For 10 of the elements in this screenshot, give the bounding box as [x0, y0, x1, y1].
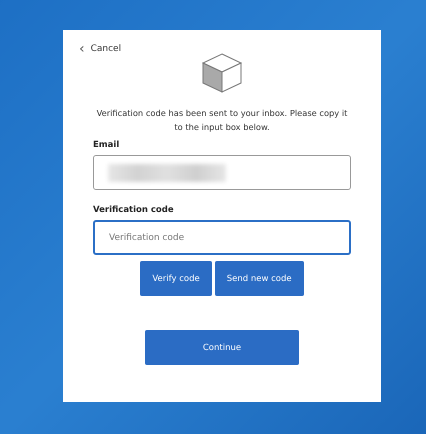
continue-button[interactable]: Continue [145, 330, 299, 365]
field-label: Verification code [93, 205, 175, 215]
instruction-text: Verification code has been sent to your inbox. Please copy it to the input box below. [96, 107, 348, 134]
cancel-link[interactable]: ‹ Cancel [79, 44, 122, 54]
verify-code-button[interactable]: Verify code [140, 261, 212, 296]
verification-code-input[interactable]: Verification code [93, 220, 351, 255]
email-field[interactable] [93, 155, 351, 190]
send-new-code-button[interactable]: Send new code [214, 261, 304, 296]
cube-icon [201, 52, 243, 94]
field-label: Email [93, 140, 120, 150]
